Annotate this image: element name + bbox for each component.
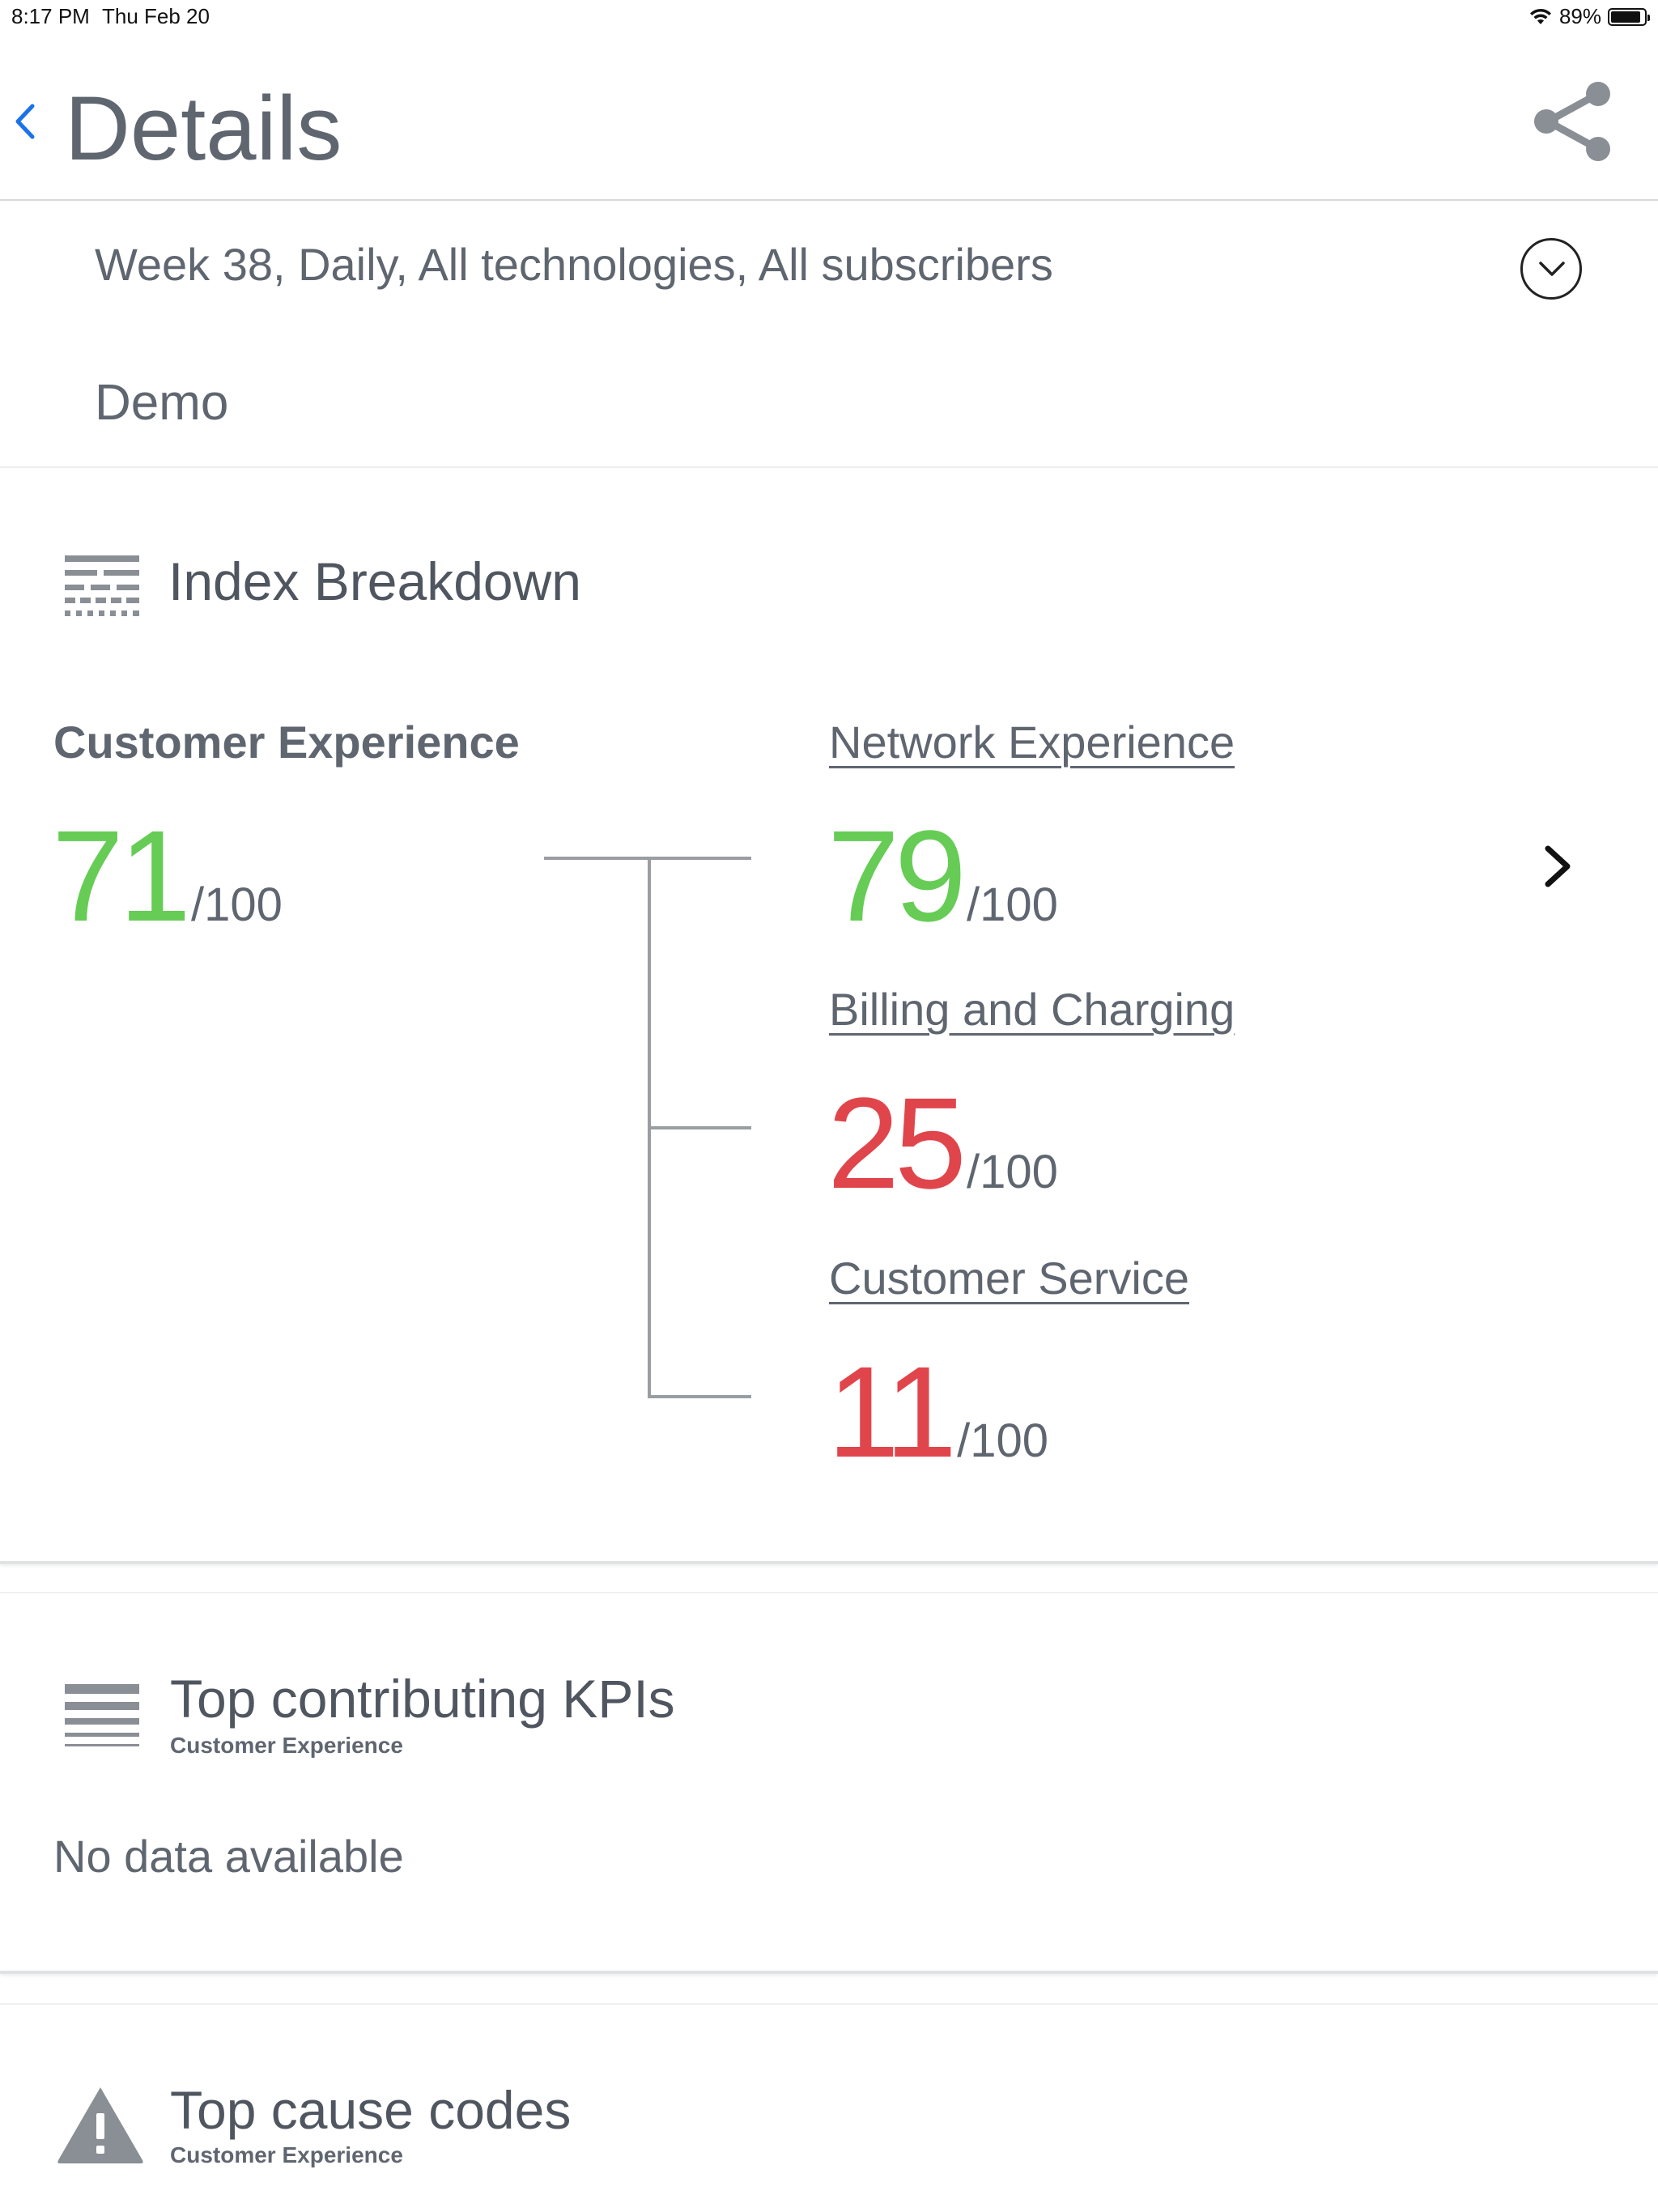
nav-bar: Details <box>0 32 1658 201</box>
top-cause-codes-subtitle: Customer Experience <box>170 2142 403 2167</box>
back-button[interactable] <box>13 94 37 151</box>
customer-service-link[interactable]: Customer Service <box>829 1252 1189 1304</box>
network-experience-score: 79/100 <box>827 811 1058 941</box>
page-title: Details <box>65 78 342 179</box>
main-index-score: 71/100 <box>52 811 283 941</box>
list-icon <box>65 1684 139 1750</box>
card-divider <box>0 1592 1658 1593</box>
top-kpis-title: Top contributing KPIs <box>170 1669 675 1729</box>
card-divider <box>0 1971 1658 1974</box>
main-score-value: 71 <box>52 803 191 948</box>
share-button[interactable] <box>1533 79 1611 164</box>
main-index-label: Customer Experience <box>53 717 520 768</box>
status-time: 8:17 PM <box>11 4 90 28</box>
battery-icon <box>1608 7 1650 26</box>
index-breakdown-icon <box>65 555 139 622</box>
customer-service-score: 11/100 <box>827 1347 1048 1477</box>
card-divider <box>0 2003 1658 2005</box>
filter-summary[interactable]: Week 38, Daily, All technologies, All su… <box>95 238 1053 291</box>
breakdown-tree-connector <box>544 857 751 1398</box>
network-score-max: /100 <box>966 878 1058 931</box>
chevron-down-icon <box>1539 262 1565 276</box>
billing-score-max: /100 <box>966 1146 1058 1198</box>
network-experience-link[interactable]: Network Experience <box>829 716 1235 768</box>
network-details-button[interactable] <box>1537 842 1579 891</box>
chevron-left-icon <box>15 104 35 139</box>
service-score-max: /100 <box>957 1414 1048 1467</box>
battery-fill <box>1611 11 1640 23</box>
chevron-right-icon <box>1545 845 1571 887</box>
filter-section: Week 38, Daily, All technologies, All su… <box>0 202 1658 468</box>
battery-percent: 89% <box>1558 4 1601 28</box>
card-divider <box>0 1561 1658 1564</box>
profile-label: Demo <box>95 375 229 431</box>
status-bar: 8:17 PM Thu Feb 20 89% <box>0 0 1658 32</box>
billing-charging-link[interactable]: Billing and Charging <box>829 983 1235 1036</box>
warning-icon <box>55 2084 146 2165</box>
filter-toggle-button[interactable] <box>1520 238 1582 300</box>
status-right: 89% <box>1528 4 1650 29</box>
empty-state-text: No data available <box>53 1831 404 1882</box>
status-date: Thu Feb 20 <box>102 4 210 28</box>
top-cause-codes-title: Top cause codes <box>170 2080 572 2140</box>
index-breakdown-title: Index Breakdown <box>168 551 581 611</box>
main-score-max: /100 <box>190 878 283 931</box>
network-score-value: 79 <box>827 803 967 948</box>
share-icon <box>1534 82 1610 161</box>
billing-score-value: 25 <box>827 1070 967 1215</box>
top-kpis-subtitle: Customer Experience <box>170 1733 403 1758</box>
billing-charging-score: 25/100 <box>827 1078 1058 1208</box>
service-score-value: 11 <box>827 1339 957 1484</box>
wifi-icon <box>1529 8 1551 24</box>
